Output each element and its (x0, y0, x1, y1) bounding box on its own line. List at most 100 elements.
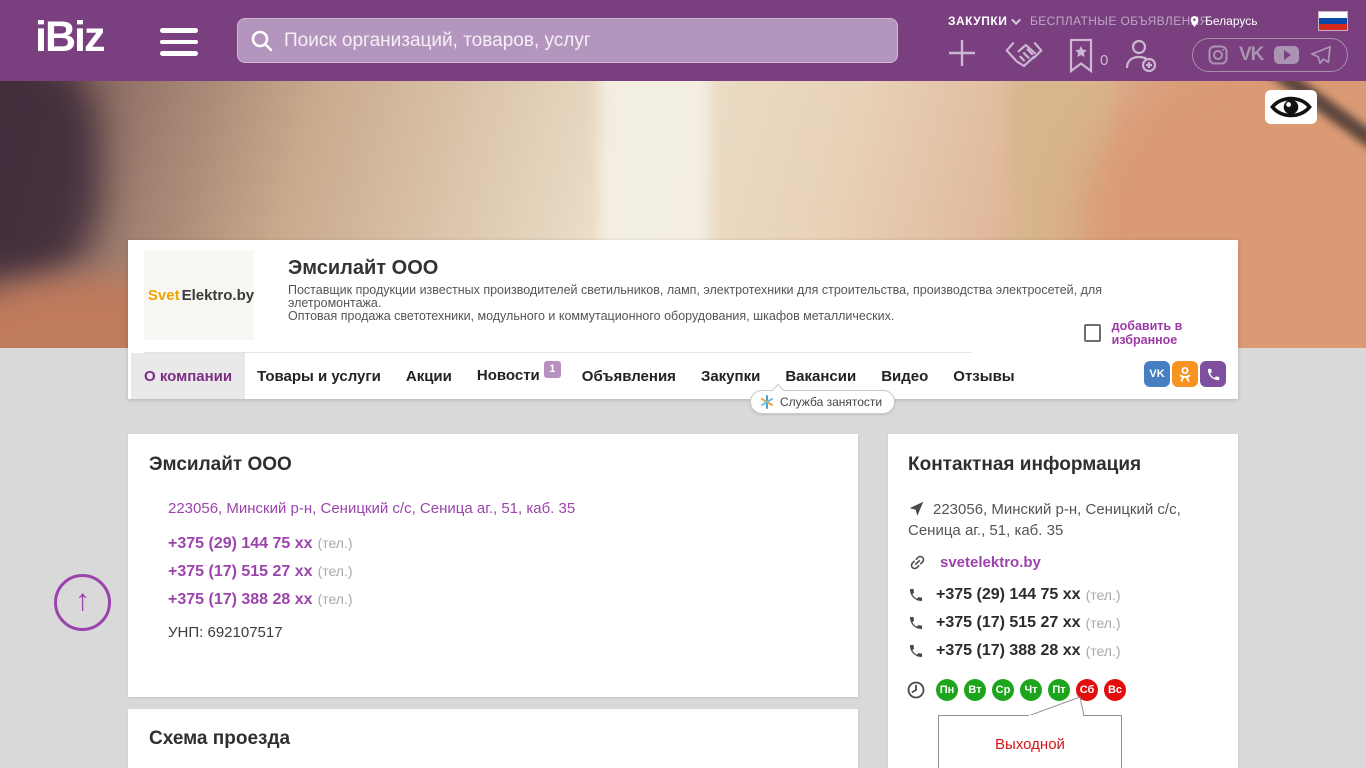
description-line: Оптовая продажа светотехники, модульного… (288, 309, 895, 323)
favorite-checkbox[interactable] (1084, 324, 1101, 342)
favorite-label: добавить в избранное (1111, 319, 1183, 347)
section-title: Схема проезда (149, 728, 291, 749)
tab-purchases[interactable]: Закупки (701, 368, 760, 385)
header-social-links: VK (1192, 38, 1348, 72)
tel-suffix: (тел.) (1085, 587, 1121, 603)
working-hours-row: Пн Вт Ср Чт Пт Сб Вс (907, 679, 1126, 701)
tab-reviews[interactable]: Отзывы (953, 368, 1014, 385)
bookmark-star-icon (1069, 38, 1093, 74)
phone-row: +375 (17) 388 28 xx (тел.) (168, 591, 353, 609)
phone-link[interactable]: +375 (17) 515 27 xx (936, 614, 1081, 632)
nav-zakupki-label: ЗАКУПКИ (948, 14, 1008, 28)
tab-products[interactable]: Товары и услуги (257, 368, 381, 385)
contact-phone-row: +375 (29) 144 75 xx (тел.) (908, 586, 1121, 604)
phone-icon (910, 589, 923, 601)
company-address-link[interactable]: 223056, Минский р-н, Сеницкий с/с, Сениц… (168, 500, 575, 517)
vacancies-tooltip: Служба занятости (750, 390, 896, 414)
day-tue[interactable]: Вт (964, 679, 986, 701)
tab-label: Видео (881, 367, 929, 385)
partners-button[interactable] (1004, 38, 1044, 77)
flag-stripe (1319, 24, 1347, 30)
odnoklassniki-icon[interactable] (1172, 361, 1198, 387)
tel-suffix: (тел.) (317, 535, 353, 551)
favorites-count[interactable]: 0 (1100, 52, 1108, 69)
youtube-icon[interactable] (1274, 46, 1299, 64)
phone-link[interactable]: +375 (29) 144 75 xx (168, 535, 313, 552)
day-sun[interactable]: Вс (1104, 679, 1126, 701)
logo-text-svet: Svet (147, 286, 180, 304)
country-label: Беларусь (1205, 14, 1258, 28)
tab-news[interactable]: Новости 1 (476, 360, 561, 386)
about-section: Эмсилайт ООО 223056, Минский р-н, Сеницк… (128, 434, 858, 697)
contact-address-text: 223056, Минский р-н, Сеницкий с/с, Сениц… (908, 501, 1181, 539)
hamburger-bar (160, 39, 198, 44)
website-row: svetelektro.by (908, 553, 1041, 572)
phone-link[interactable]: +375 (17) 388 28 xx (936, 642, 1081, 660)
plus-icon (949, 40, 975, 66)
company-name: Эмсилайт ООО (288, 257, 439, 279)
company-card: Svet Elektro.by Эмсилайт ООО Поставщик пр… (128, 240, 1238, 399)
day-wed[interactable]: Ср (992, 679, 1014, 701)
phone-row: +375 (29) 144 75 xx (тел.) (168, 535, 353, 553)
section-title: Эмсилайт ООО (149, 454, 292, 475)
nav-free-ads-label: БЕСПЛАТНЫЕ ОБЪЯВЛЕНИЯ (1030, 14, 1209, 28)
tab-label: Акции (405, 367, 452, 385)
tab-ads[interactable]: Объявления (582, 368, 676, 385)
phone-link[interactable]: +375 (17) 388 28 xx (168, 591, 313, 608)
telegram-icon[interactable] (1310, 45, 1332, 65)
vk-icon[interactable]: VK (1144, 361, 1170, 387)
phone-row: +375 (17) 515 27 xx (тел.) (168, 563, 353, 581)
news-badge: 1 (543, 360, 561, 378)
site-logo[interactable]: iBiz (35, 13, 105, 62)
navigation-arrow-icon (909, 501, 924, 516)
tel-suffix: (тел.) (317, 563, 353, 579)
tab-label: Закупки (700, 367, 761, 385)
tab-vacancies[interactable]: Вакансии (785, 368, 856, 385)
website-link[interactable]: svetelektro.by (940, 554, 1041, 571)
section-title: Контактная информация (908, 454, 1142, 475)
tel-suffix: (тел.) (1085, 615, 1121, 631)
add-button[interactable] (947, 38, 977, 73)
country-selector[interactable]: Беларусь (1188, 13, 1257, 29)
company-description: Поставщик продукции известных производит… (288, 284, 1193, 323)
favorites-button[interactable] (1068, 38, 1094, 79)
play-triangle (1284, 50, 1291, 60)
hamburger-menu-icon[interactable] (160, 28, 198, 56)
hamburger-bar (160, 28, 198, 33)
add-to-favorites[interactable]: добавить в избранное (1084, 319, 1238, 347)
search-bar[interactable] (237, 18, 898, 63)
tab-video[interactable]: Видео (881, 368, 928, 385)
nav-free-ads[interactable]: БЕСПЛАТНЫЕ ОБЪЯВЛЕНИЯ (1030, 13, 1209, 29)
tab-label: О компании (144, 367, 233, 385)
tab-label: Новости (476, 366, 540, 384)
instagram-icon[interactable] (1208, 45, 1228, 65)
viber-icon[interactable] (1200, 361, 1226, 387)
scroll-to-top-button[interactable]: ↑ (54, 574, 111, 631)
tel-suffix: (тел.) (317, 591, 353, 607)
phone-link[interactable]: +375 (29) 144 75 xx (936, 586, 1081, 604)
company-social-links: VK (1144, 361, 1226, 387)
contact-address: 223056, Минский р-н, Сеницкий с/с, Сениц… (908, 499, 1213, 541)
views-eye-button[interactable] (1265, 90, 1317, 124)
user-add-icon (1125, 39, 1157, 73)
tab-promotions[interactable]: Акции (406, 368, 452, 385)
login-button[interactable] (1122, 38, 1158, 77)
search-input[interactable] (284, 29, 885, 52)
location-pin-icon (1190, 15, 1199, 27)
company-logo[interactable]: Svet Elektro.by (144, 250, 254, 340)
search-icon (251, 30, 273, 51)
tooltip-pointer (1028, 696, 1085, 716)
tab-label: Объявления (581, 367, 676, 385)
up-arrow-icon: ↑ (75, 583, 90, 617)
day-off-tooltip: Выходной (938, 715, 1122, 768)
description-line: Поставщик продукции известных производит… (288, 283, 1102, 310)
language-flag-russian[interactable] (1318, 11, 1348, 31)
eye-icon (1270, 96, 1312, 118)
phone-link[interactable]: +375 (17) 515 27 xx (168, 563, 313, 580)
vk-icon[interactable]: VK (1239, 44, 1264, 66)
day-mon[interactable]: Пн (936, 679, 958, 701)
hero-shape (0, 81, 100, 281)
tab-about[interactable]: О компании (131, 353, 246, 399)
nav-zakupki[interactable]: ЗАКУПКИ (948, 13, 1022, 29)
company-unp: УНП: 692107517 (168, 624, 283, 641)
